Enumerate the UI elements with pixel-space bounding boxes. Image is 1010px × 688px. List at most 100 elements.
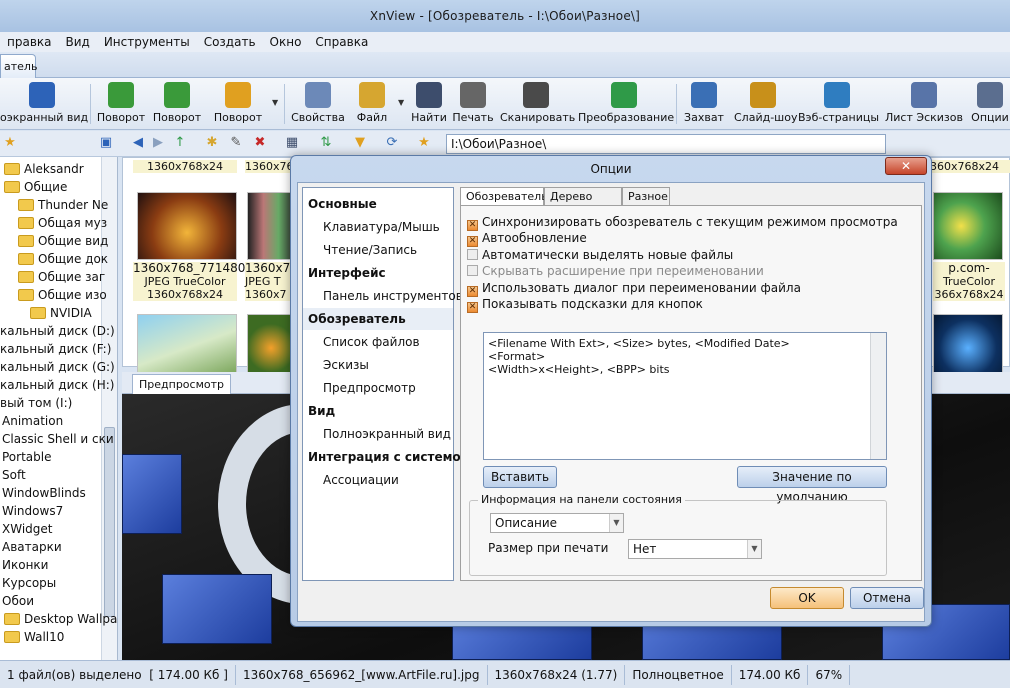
tree-item[interactable]: Aleksandr bbox=[4, 160, 84, 178]
option-checkbox[interactable]: ✕ Синхронизировать обозреватель с текущим… bbox=[467, 214, 898, 231]
view-mode-icon[interactable]: ▦ bbox=[284, 135, 300, 151]
dropdown-arrow-icon[interactable]: ▼ bbox=[272, 98, 278, 107]
filter-icon[interactable]: ▼ bbox=[352, 135, 368, 151]
up-folder-icon[interactable]: ↑ bbox=[172, 135, 188, 151]
template-scrollbar[interactable] bbox=[870, 333, 886, 459]
cancel-button[interactable]: Отмена bbox=[850, 587, 924, 609]
tab-browser[interactable]: атель bbox=[0, 54, 37, 78]
toolbar-button-web-pages[interactable]: Вэб-страницы bbox=[798, 78, 879, 130]
category-item[interactable]: Интерфейс bbox=[303, 262, 453, 284]
category-item[interactable]: Панель инструментов bbox=[303, 285, 463, 307]
folder-view-icon[interactable]: ▣ bbox=[98, 135, 114, 151]
option-checkbox[interactable]: ✕ Использовать диалог при переименовании … bbox=[467, 280, 801, 297]
toolbar-button-rotate-image[interactable]: Поворот bbox=[210, 78, 266, 130]
tree-item[interactable]: Общие док bbox=[18, 250, 108, 268]
category-item[interactable]: Полноэкранный вид bbox=[303, 423, 453, 445]
tree-item[interactable]: Курсоры bbox=[2, 574, 56, 592]
category-item[interactable]: Вид bbox=[303, 400, 453, 422]
option-checkbox[interactable]: ✕ Автообновление bbox=[467, 230, 587, 248]
tree-item[interactable]: XWidget bbox=[2, 520, 52, 538]
delete-icon[interactable]: ✖ bbox=[252, 135, 268, 151]
toolbar-button-convert[interactable]: Преобразование bbox=[578, 78, 674, 130]
tree-item[interactable]: Soft bbox=[2, 466, 26, 484]
menu-help[interactable]: Справка bbox=[308, 35, 375, 49]
thumbnail-image[interactable] bbox=[247, 192, 295, 260]
tree-item[interactable]: кальный диск (D:) bbox=[0, 322, 115, 340]
new-folder-icon[interactable]: ✱ bbox=[204, 135, 220, 151]
tree-item[interactable]: Общая муз bbox=[18, 214, 107, 232]
toolbar-button-gear[interactable]: Опции bbox=[970, 78, 1010, 130]
menu-tools[interactable]: Инструменты bbox=[97, 35, 197, 49]
toolbar-button-contact-sheet[interactable]: Лист Эскизов bbox=[882, 78, 966, 130]
bookmark-star-icon[interactable]: ★ bbox=[416, 135, 432, 151]
category-item[interactable]: Клавиатура/Мышь bbox=[303, 216, 453, 238]
category-item[interactable]: Чтение/Запись bbox=[303, 239, 453, 261]
tree-item[interactable]: Общие заг bbox=[18, 268, 105, 286]
tab-browser-options[interactable]: Обозреватель bbox=[460, 187, 548, 207]
back-arrow-icon[interactable]: ◀ bbox=[130, 135, 146, 151]
toolbar-button-scanner[interactable]: Сканировать bbox=[500, 78, 575, 130]
menu-edit[interactable]: правка bbox=[0, 35, 59, 49]
insert-button[interactable]: Вставить >> bbox=[483, 466, 557, 504]
close-button[interactable]: ✕ bbox=[885, 157, 927, 175]
tree-item[interactable]: Animation bbox=[2, 412, 63, 430]
thumbnail-image[interactable] bbox=[933, 192, 1003, 260]
forward-arrow-icon[interactable]: ▶ bbox=[150, 135, 166, 151]
tree-item[interactable]: Обои bbox=[2, 592, 34, 610]
category-item[interactable]: Список файлов bbox=[303, 331, 453, 353]
tab-folder-tree[interactable]: Дерево папок bbox=[544, 187, 622, 220]
dropdown-arrow-icon[interactable]: ▼ bbox=[398, 98, 404, 107]
tree-scroll-thumb[interactable] bbox=[104, 427, 115, 617]
menu-view[interactable]: Вид bbox=[59, 35, 97, 49]
toolbar-button-rotate-right[interactable]: Поворот bbox=[152, 78, 202, 130]
option-checkbox[interactable]: Автоматически выделять новые файлы bbox=[467, 247, 733, 263]
tree-item[interactable]: Thunder Ne bbox=[18, 196, 108, 214]
refresh-icon[interactable]: ⟳ bbox=[384, 135, 400, 151]
tree-item[interactable]: Общие изо bbox=[18, 286, 107, 304]
tree-item[interactable]: Desktop Wallpa bbox=[4, 610, 117, 628]
category-item[interactable]: Ассоциации bbox=[303, 469, 453, 491]
tree-item[interactable]: NVIDIA bbox=[30, 304, 92, 322]
rename-icon[interactable]: ✎ bbox=[228, 135, 244, 151]
info-type-select[interactable]: Описание ▼ bbox=[490, 513, 624, 533]
toolbar-button-properties[interactable]: Свойства bbox=[290, 78, 346, 130]
tree-item[interactable]: Общие вид bbox=[18, 232, 108, 250]
toolbar-button-printer[interactable]: Печать bbox=[452, 78, 494, 130]
tree-item[interactable]: Portable bbox=[2, 448, 51, 466]
option-checkbox[interactable]: ✕ Показывать подсказки для кнопок bbox=[467, 296, 703, 313]
tree-item[interactable]: Аватарки bbox=[2, 538, 62, 556]
statusbar-template-textarea[interactable]: <Filename With Ext>, <Size> bytes, <Modi… bbox=[483, 332, 887, 460]
category-item[interactable]: Предпросмотр bbox=[303, 377, 453, 399]
tree-item[interactable]: вый том (I:) bbox=[0, 394, 72, 412]
category-item[interactable]: Основные bbox=[303, 193, 453, 215]
toolbar-button-slideshow[interactable]: Слайд-шоу bbox=[734, 78, 797, 130]
category-item[interactable]: Интеграция с системой bbox=[303, 446, 469, 468]
print-size-select[interactable]: Нет ▼ bbox=[628, 539, 762, 559]
tree-item[interactable]: кальный диск (H:) bbox=[0, 376, 114, 394]
category-item[interactable]: Эскизы bbox=[303, 354, 453, 376]
tree-item[interactable]: Иконки bbox=[2, 556, 48, 574]
toolbar-button-binoculars[interactable]: Найти bbox=[410, 78, 448, 130]
toolbar-button-fullscreen[interactable]: оэкранный вид bbox=[0, 78, 88, 130]
tree-item[interactable]: WindowBlinds bbox=[2, 484, 86, 502]
toolbar-button-camera[interactable]: Захват bbox=[682, 78, 726, 130]
default-value-button[interactable]: Значение по умолчанию bbox=[737, 466, 887, 504]
thumbnail-image[interactable] bbox=[137, 192, 237, 260]
favorites-star-icon[interactable]: ★ bbox=[2, 135, 18, 151]
menu-create[interactable]: Создать bbox=[197, 35, 263, 49]
tab-misc[interactable]: Разное bbox=[622, 187, 670, 206]
toolbar-button-rotate-left[interactable]: Поворот bbox=[96, 78, 146, 130]
tree-item[interactable]: Wall10 bbox=[4, 628, 64, 646]
tree-item[interactable]: Windows7 bbox=[2, 502, 63, 520]
tab-preview[interactable]: Предпросмотр bbox=[132, 374, 231, 394]
tree-item[interactable]: Classic Shell и ски bbox=[2, 430, 114, 448]
sort-icon[interactable]: ⇅ bbox=[318, 135, 334, 151]
category-item[interactable]: Обозреватель bbox=[303, 308, 453, 330]
address-bar[interactable]: I:\Обои\Разное\ bbox=[446, 134, 886, 154]
ok-button[interactable]: OK bbox=[770, 587, 844, 609]
tree-item[interactable]: кальный диск (G:) bbox=[0, 358, 115, 376]
menu-window[interactable]: Окно bbox=[263, 35, 309, 49]
toolbar-button-file[interactable]: Файл bbox=[352, 78, 392, 130]
tree-item[interactable]: кальный диск (F:) bbox=[0, 340, 111, 358]
tree-item[interactable]: Общие bbox=[4, 178, 67, 196]
